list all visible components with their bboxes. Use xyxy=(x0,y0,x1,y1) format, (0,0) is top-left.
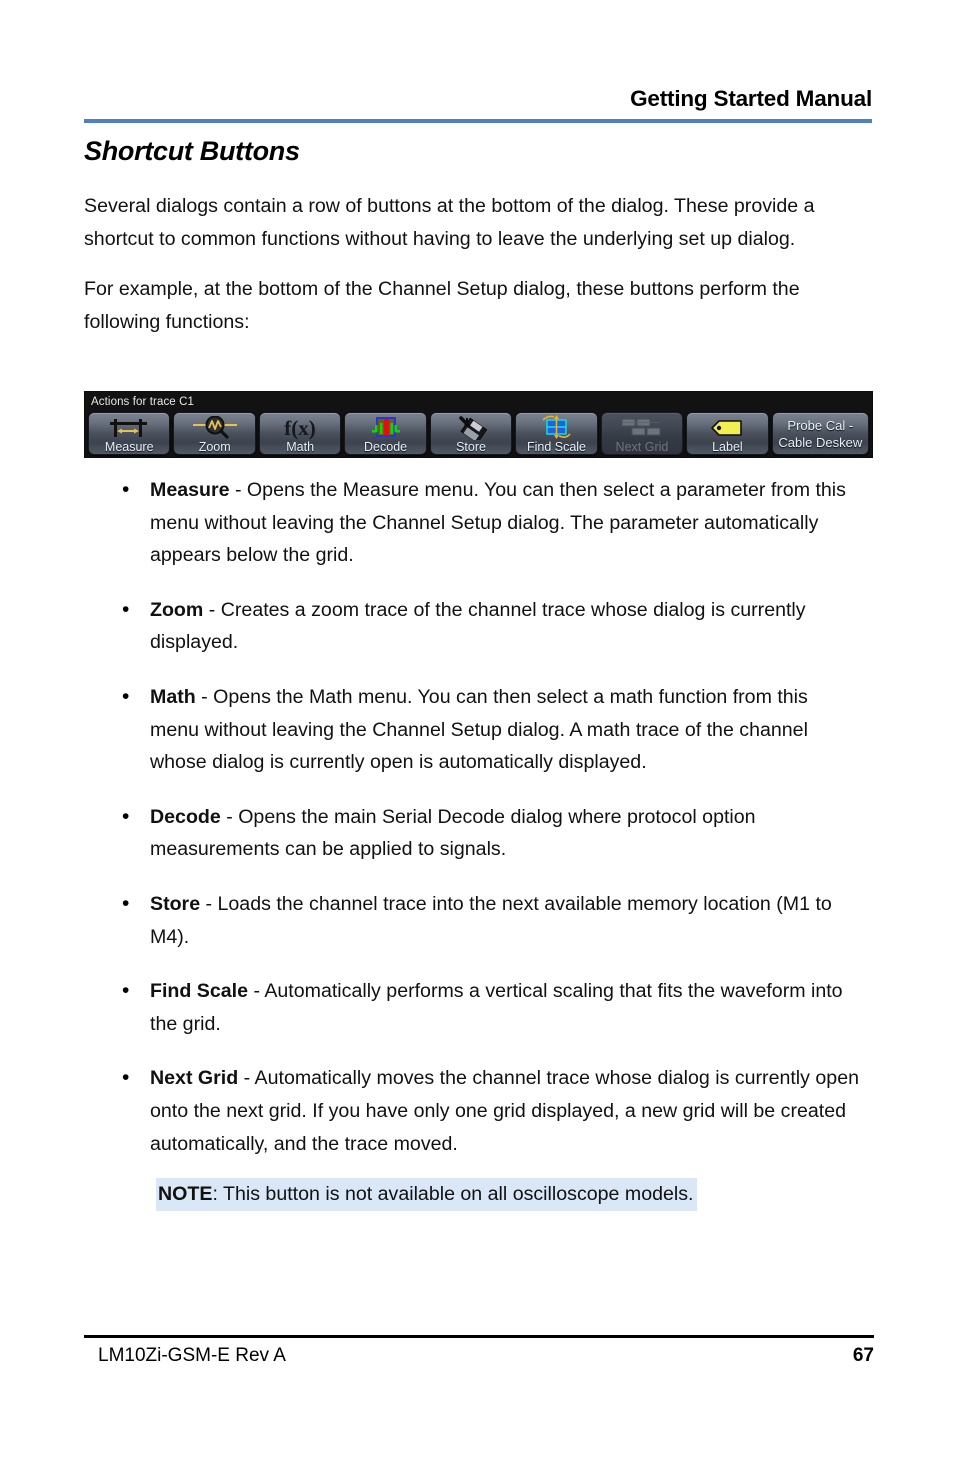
bullet-description: - Automatically performs a vertical scal… xyxy=(150,980,843,1035)
zoom-button[interactable]: Zoom xyxy=(173,412,256,455)
list-item: • Find Scale - Automatically performs a … xyxy=(84,975,884,1040)
shortcut-button-description-list: • Measure - Opens the Measure menu. You … xyxy=(84,474,884,1211)
decode-waveform-icon xyxy=(345,415,425,440)
toolbar-caption: Actions for trace C1 xyxy=(91,396,194,408)
bullet-description: - Loads the channel trace into the next … xyxy=(150,892,832,948)
bullet-description: - Opens the main Serial Decode dialog wh… xyxy=(150,805,756,861)
list-item: • Next Grid - Automatically moves the ch… xyxy=(84,1062,884,1160)
bullet-description: - Creates a zoom trace of the channel tr… xyxy=(150,598,806,654)
bullet-term: Find Scale xyxy=(150,980,248,1003)
label-button[interactable]: Label xyxy=(686,412,769,455)
grid-resize-arrows-icon xyxy=(516,415,596,440)
bullet-content: Zoom - Creates a zoom trace of the chann… xyxy=(150,594,862,659)
bullet-content: Find Scale - Automatically performs a ve… xyxy=(150,975,862,1040)
bullet-content: Decode - Opens the main Serial Decode di… xyxy=(150,801,862,866)
list-item: • Measure - Opens the Measure menu. You … xyxy=(84,474,884,572)
bullet-marker: • xyxy=(122,1066,130,1090)
actions-toolbar-screenshot: Actions for trace C1 Measure Zoom f(x) M… xyxy=(84,391,873,458)
grid-move-icon xyxy=(602,415,682,440)
find-scale-button-label: Find Scale xyxy=(526,440,587,454)
probe-cal-label-line-1: Probe Cal - xyxy=(787,417,854,433)
page-number: 67 xyxy=(852,1345,874,1366)
next-grid-button-label: Next Grid xyxy=(615,440,669,454)
manual-title: Getting Started Manual xyxy=(630,86,872,111)
bullet-marker: • xyxy=(122,478,130,501)
document-page: Getting Started Manual Shortcut Buttons … xyxy=(0,0,954,1475)
toolbar-button-row: Measure Zoom f(x) Math Decode Store Find… xyxy=(85,412,872,455)
bullet-content: Measure - Opens the Measure menu. You ca… xyxy=(150,474,862,572)
bullet-content: Next Grid - Automatically moves the chan… xyxy=(150,1062,862,1160)
page-header: Getting Started Manual xyxy=(84,86,872,123)
bullet-term: Math xyxy=(150,685,196,708)
bullet-marker: • xyxy=(122,597,130,621)
note-callout: NOTE: This button is not available on al… xyxy=(156,1178,698,1211)
label-button-label: Label xyxy=(712,440,743,454)
bullet-term: Store xyxy=(150,892,201,915)
list-item: • Store - Loads the channel trace into t… xyxy=(84,888,884,953)
bullet-description: - Opens the Measure menu. You can then s… xyxy=(150,479,846,567)
bullet-marker: • xyxy=(122,684,130,708)
bullet-content: Math - Opens the Math menu. You can then… xyxy=(150,681,862,779)
store-button[interactable]: Store xyxy=(429,412,513,455)
bullet-term: Zoom xyxy=(150,598,204,621)
bullet-description: - Opens the Math menu. You can then sele… xyxy=(150,685,808,774)
fx-function-icon: f(x) xyxy=(260,415,340,440)
list-item: • Decode - Opens the main Serial Decode … xyxy=(84,801,884,866)
tag-label-icon xyxy=(687,415,767,440)
note-text: : This button is not available on all os… xyxy=(212,1183,694,1206)
page-footer: LM10Zi-GSM-E Rev A 67 xyxy=(98,1345,874,1367)
measure-width-icon xyxy=(89,415,169,440)
bullet-marker: • xyxy=(122,804,130,828)
probe-cal-cable-deskew-button[interactable]: Probe Cal - Cable Deskew xyxy=(771,412,869,455)
decode-button-label: Decode xyxy=(364,440,408,454)
floppy-disk-arrow-icon xyxy=(431,415,511,440)
section-heading: Shortcut Buttons xyxy=(84,136,300,166)
intro-paragraph-1: Several dialogs contain a row of buttons… xyxy=(84,195,815,250)
footer-divider xyxy=(84,1335,874,1338)
decode-button[interactable]: Decode xyxy=(344,412,427,455)
probe-cal-label-line-2: Cable Deskew xyxy=(778,434,863,450)
math-button[interactable]: f(x) Math xyxy=(258,412,342,455)
header-divider xyxy=(84,118,872,123)
bullet-marker: • xyxy=(122,979,130,1003)
measure-button-label: Measure xyxy=(104,440,154,454)
find-scale-button[interactable]: Find Scale xyxy=(515,412,598,455)
zoom-button-label: Zoom xyxy=(198,440,231,454)
magnifier-waveform-icon xyxy=(174,415,254,440)
intro-paragraph-2: For example, at the bottom of the Channe… xyxy=(84,278,800,333)
math-button-label: Math xyxy=(286,440,315,454)
next-grid-button[interactable]: Next Grid xyxy=(600,412,684,455)
measure-button[interactable]: Measure xyxy=(88,412,171,455)
footer-document-id: LM10Zi-GSM-E Rev A xyxy=(98,1345,286,1366)
note-term: NOTE xyxy=(158,1183,213,1206)
intro-text: Several dialogs contain a row of buttons… xyxy=(84,190,874,356)
bullet-term: Next Grid xyxy=(150,1067,239,1090)
store-button-label: Store xyxy=(456,440,486,454)
bullet-marker: • xyxy=(122,891,130,915)
bullet-term: Measure xyxy=(150,479,230,501)
bullet-description: - Automatically moves the channel trace … xyxy=(150,1067,859,1155)
bullet-term: Decode xyxy=(150,805,221,828)
list-item: • Math - Opens the Math menu. You can th… xyxy=(84,681,884,779)
svg-text:f(x): f(x) xyxy=(284,416,315,440)
list-item: • Zoom - Creates a zoom trace of the cha… xyxy=(84,594,884,659)
bullet-content: Store - Loads the channel trace into the… xyxy=(150,888,862,953)
